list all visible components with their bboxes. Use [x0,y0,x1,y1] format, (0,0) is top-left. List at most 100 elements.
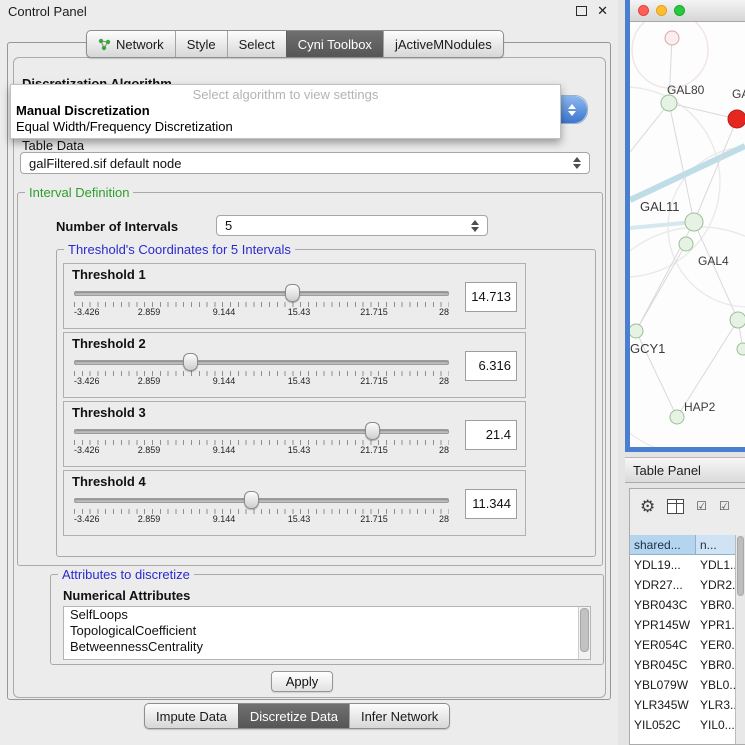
table-cell[interactable]: YIL0... [696,715,737,735]
scrollbar-thumb[interactable] [737,536,744,596]
close-icon[interactable]: ✕ [597,0,608,22]
tick-label: 9.144 [213,307,236,317]
network-edge[interactable] [694,119,737,222]
network-node-selected[interactable] [728,110,745,128]
threshold-2-value-field[interactable]: 6.316 [465,351,517,381]
slider-tick-labels: -3.426 2.859 9.144 15.43 21.715 28 [74,307,449,318]
tab-infer-network[interactable]: Infer Network [349,704,449,728]
network-node[interactable] [730,312,745,328]
table-cell[interactable]: YLR345W [630,695,696,715]
table-data-combobox[interactable]: galFiltered.sif default node [20,152,590,174]
table-cell[interactable]: YER0... [696,635,737,655]
table-cell[interactable]: YPR145W [630,615,696,635]
column-header-shared-name[interactable]: shared... [630,535,696,555]
table-row[interactable]: YPR145W YPR1... [630,615,737,635]
table-row[interactable]: YIL052C YIL0... [630,715,737,735]
network-node[interactable] [630,324,643,338]
list-scrollbar[interactable] [578,607,590,659]
table-cell[interactable]: YBL079W [630,675,696,695]
threshold-3-slider[interactable] [72,421,451,439]
table-cell[interactable]: YER054C [630,635,696,655]
network-edge[interactable] [636,244,686,331]
table-cell[interactable]: YBR043C [630,595,696,615]
table-cell[interactable]: YBL0... [696,675,737,695]
table-cell[interactable]: YDL19... [630,555,696,575]
select-none-checkbox-icon[interactable]: ☑ [719,500,730,512]
table-cell[interactable]: YBR0... [696,595,737,615]
network-edge[interactable] [630,103,669,152]
slider-track[interactable] [74,498,449,503]
show-columns-icon[interactable] [667,499,684,514]
select-all-checkbox-icon[interactable]: ☑ [696,500,707,512]
slider-track[interactable] [74,291,449,296]
threshold-4-slider[interactable] [72,490,451,508]
table-row[interactable]: YDL19... YDL1... [630,555,737,575]
network-node[interactable] [685,213,703,231]
table-cell[interactable]: YDL1... [696,555,737,575]
table-row[interactable]: YBL079W YBL0... [630,675,737,695]
scrollbar-thumb[interactable] [580,608,589,652]
slider-thumb[interactable] [285,284,300,302]
table-cell[interactable]: YPR1... [696,615,737,635]
thresholds-group-title: Threshold's Coordinates for 5 Intervals [64,242,295,257]
slider-track[interactable] [74,360,449,365]
network-node[interactable] [679,237,693,251]
combobox-arrows-button[interactable] [557,96,587,123]
tab-network[interactable]: Network [87,31,175,57]
mac-zoom-button[interactable] [674,5,685,16]
apply-button[interactable]: Apply [271,671,333,692]
list-item[interactable]: BetweennessCentrality [64,639,590,655]
list-item[interactable]: TopologicalCoefficient [64,623,590,639]
mac-close-button[interactable] [638,5,649,16]
table-scrollbar[interactable] [735,535,745,744]
network-edge-thick[interactable] [630,222,694,228]
tab-discretize-data[interactable]: Discretize Data [238,704,349,728]
list-item[interactable]: SelfLoops [64,607,590,623]
threshold-2-panel: Threshold 2 -3.426 2.859 9.144 15.43 21.… [63,332,526,398]
threshold-2-slider[interactable] [72,352,451,370]
popup-option-equal-width[interactable]: Equal Width/Frequency Discretization [11,119,560,135]
slider-thumb[interactable] [365,422,380,440]
table-row[interactable]: YBR045C YBR0... [630,655,737,675]
tab-cyni-toolbox[interactable]: Cyni Toolbox [286,31,383,57]
network-node[interactable] [670,410,684,424]
table-cell[interactable]: YDR27... [630,575,696,595]
tab-impute-data[interactable]: Impute Data [145,704,238,728]
network-edge[interactable] [694,222,738,320]
table-cell[interactable]: YIL052C [630,715,696,735]
column-header-name[interactable]: n... [696,535,737,555]
table-settings-gear-icon[interactable]: ⚙ [640,498,655,515]
mac-minimize-button[interactable] [656,5,667,16]
popup-option-manual-discretization[interactable]: Manual Discretization [11,103,560,119]
network-edge[interactable] [669,103,737,119]
tab-jactivemnodules[interactable]: jActiveMNodules [383,31,503,57]
threshold-3-value-field[interactable]: 21.4 [465,420,517,450]
table-row[interactable]: YLR345W YLR3... [630,695,737,715]
threshold-1-value-field[interactable]: 14.713 [465,282,517,312]
tick-label: 28 [439,376,449,386]
slider-track[interactable] [74,429,449,434]
table-row[interactable]: YER054C YER0... [630,635,737,655]
slider-thumb[interactable] [183,353,198,371]
network-node[interactable] [665,31,679,45]
table-cell[interactable]: YLR3... [696,695,737,715]
table-cell[interactable]: YDR2... [696,575,737,595]
tab-network-label: Network [116,37,164,52]
float-window-icon[interactable] [576,6,587,16]
threshold-4-value-field[interactable]: 11.344 [465,489,517,519]
table-cell[interactable]: YBR045C [630,655,696,675]
number-of-intervals-combobox[interactable]: 5 [216,215,488,236]
window-title: Control Panel [0,4,87,19]
popup-placeholder-item: Select algorithm to view settings [11,86,560,103]
slider-thumb[interactable] [244,491,259,509]
network-node[interactable] [661,95,677,111]
table-row[interactable]: YBR043C YBR0... [630,595,737,615]
network-node[interactable] [737,343,745,355]
network-canvas[interactable]: GAL80 GA GAL11 GAL4 GCY1 HAP2 [630,22,745,447]
threshold-1-slider[interactable] [72,283,451,301]
tab-select[interactable]: Select [227,31,286,57]
tab-style[interactable]: Style [175,31,227,57]
table-row[interactable]: YDR27... YDR2... [630,575,737,595]
table-cell[interactable]: YBR0... [696,655,737,675]
tick-label: -3.426 [74,445,100,455]
